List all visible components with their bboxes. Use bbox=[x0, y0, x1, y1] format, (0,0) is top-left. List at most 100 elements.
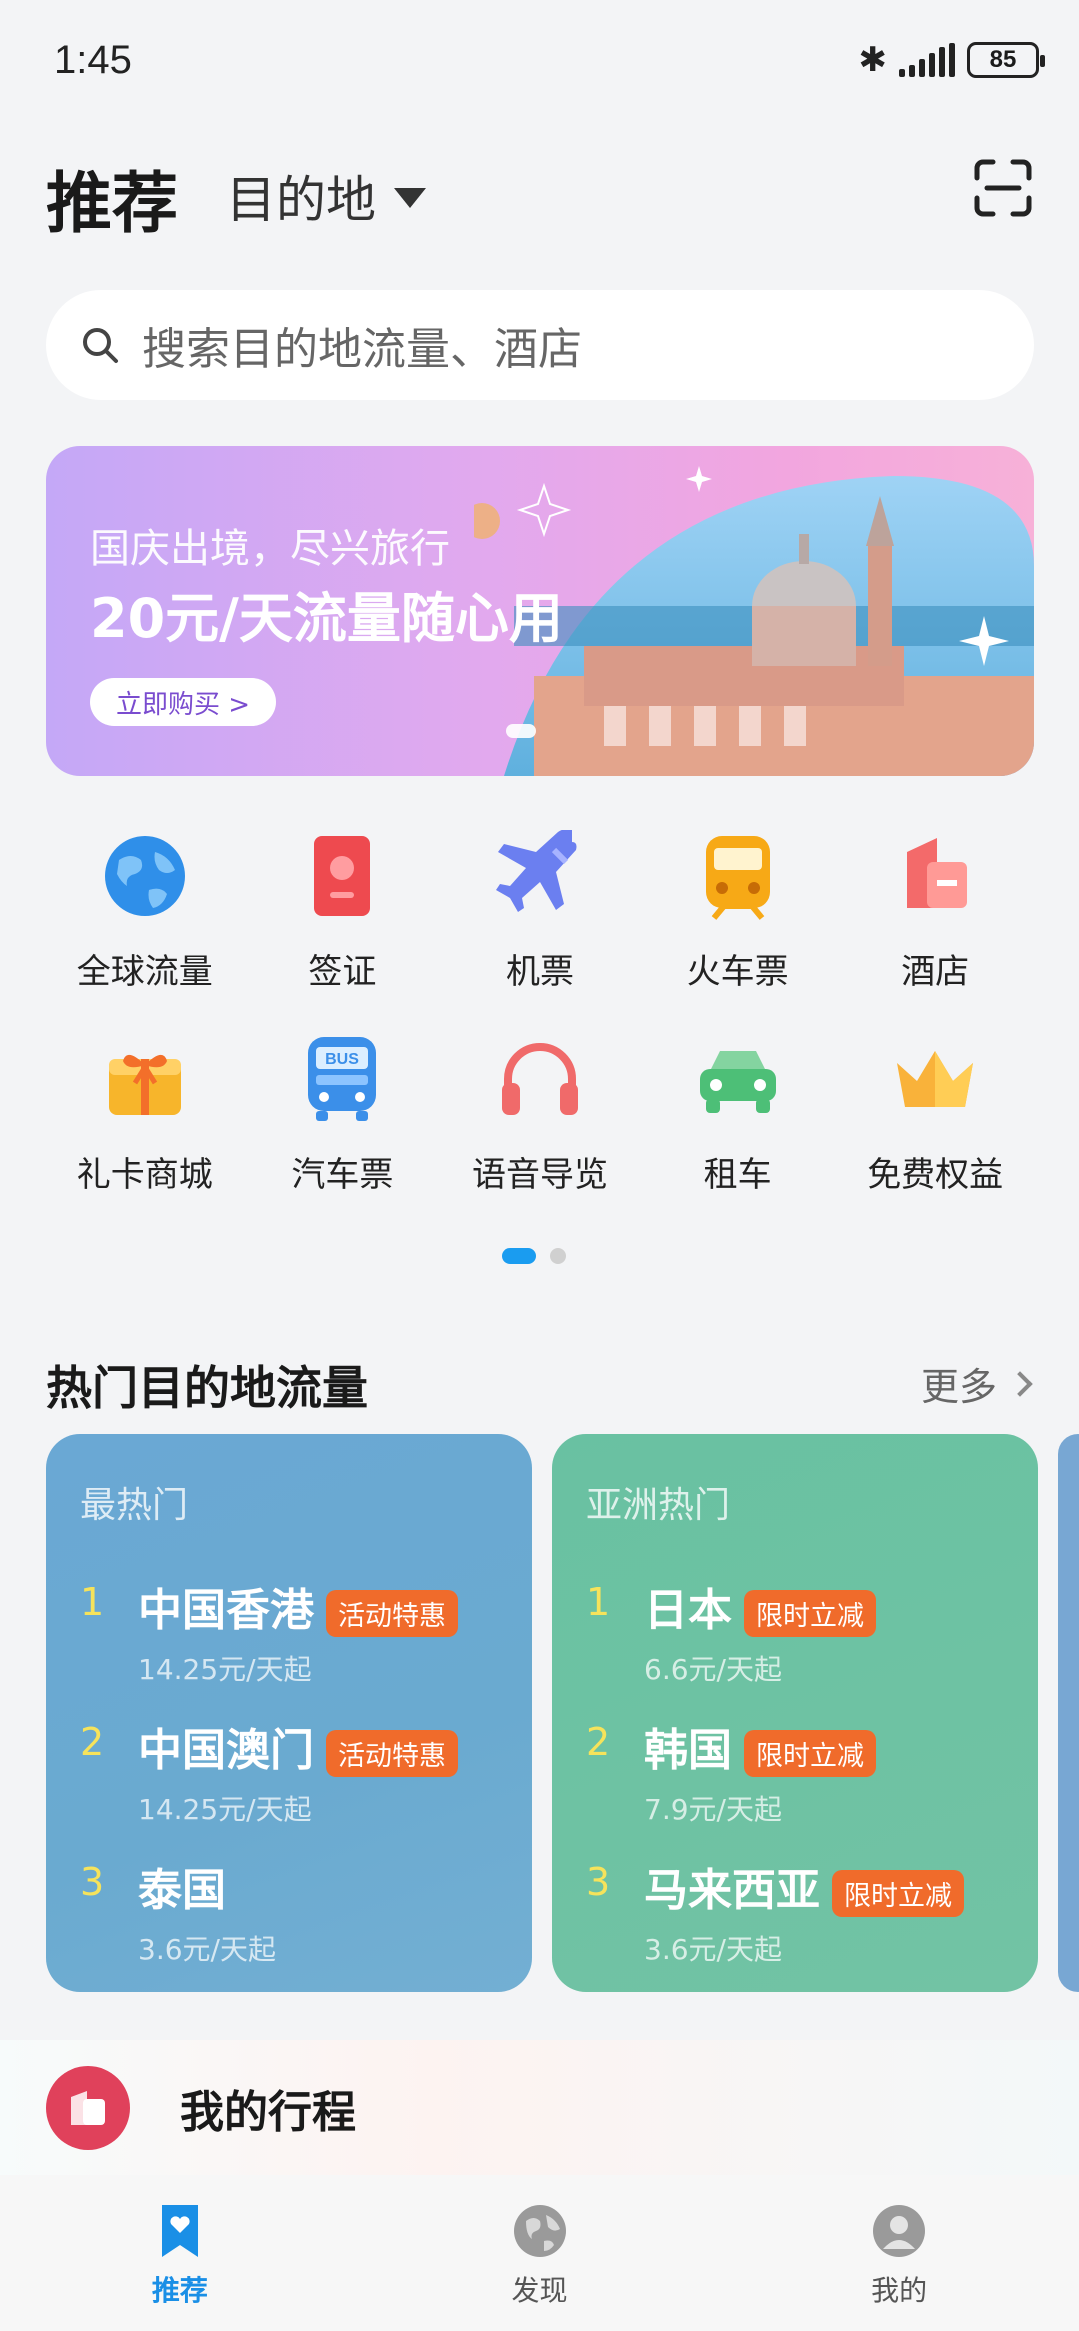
destination-price: 14.25元/天起 bbox=[138, 1653, 312, 1686]
card-header: 亚洲热门 bbox=[586, 1485, 731, 1526]
crown-icon bbox=[897, 1051, 974, 1107]
nav-label: 发现 bbox=[511, 2274, 568, 2307]
destination-selector[interactable]: 目的地 bbox=[226, 160, 426, 232]
destination-item[interactable]: 1 日本 限时立减 6.6元/天起 bbox=[586, 1574, 1004, 1688]
rank-number: 2 bbox=[80, 1720, 105, 1764]
visa-icon bbox=[314, 836, 371, 916]
banner-subtitle: 国庆出境，尽兴旅行 bbox=[90, 526, 450, 572]
nav-discover[interactable]: 发现 bbox=[360, 2175, 720, 2331]
page-dot-active bbox=[502, 1248, 536, 1264]
destination-name: 中国香港 bbox=[138, 1585, 314, 1636]
rank-number: 1 bbox=[586, 1580, 611, 1624]
service-label: 租车 bbox=[703, 1155, 772, 1195]
chevron-right-icon bbox=[1007, 1370, 1033, 1397]
train-icon bbox=[705, 836, 770, 920]
rank-number: 2 bbox=[586, 1720, 611, 1764]
rank-number: 1 bbox=[80, 1580, 105, 1624]
destination-card-asia[interactable]: 亚洲热门 1 日本 限时立减 6.6元/天起 2 韩国 限时立减 7.9元/天起 3… bbox=[552, 1434, 1038, 1992]
destination-card-hottest[interactable]: 最热门 1 中国香港 活动特惠 14.25元/天起 2 中国澳门 活动特惠 14.2… bbox=[46, 1434, 532, 1992]
destination-name: 泰国 bbox=[138, 1865, 226, 1916]
destination-item[interactable]: 2 中国澳门 活动特惠 14.25元/天起 bbox=[80, 1714, 498, 1828]
page-dot bbox=[550, 1248, 566, 1264]
service-car-rental[interactable]: 租车 bbox=[639, 1033, 837, 1196]
service-label: 签证 bbox=[308, 952, 377, 992]
headphones-icon bbox=[501, 1043, 578, 1115]
globe-icon bbox=[513, 2205, 566, 2257]
nav-recommend[interactable]: 推荐 bbox=[0, 2175, 360, 2331]
search-placeholder: 搜索目的地流量、酒店 bbox=[142, 324, 582, 375]
destination-name: 韩国 bbox=[644, 1725, 732, 1776]
nav-label: 推荐 bbox=[151, 2274, 208, 2307]
service-flights[interactable]: 机票 bbox=[441, 830, 639, 993]
rank-number: 3 bbox=[80, 1860, 105, 1904]
battery-icon: 85 bbox=[967, 42, 1045, 78]
status-icons: ✱ 85 bbox=[858, 40, 1045, 80]
destination-price: 3.6元/天起 bbox=[644, 1933, 782, 1966]
chevron-down-icon bbox=[394, 188, 426, 208]
destination-card-peek[interactable] bbox=[1058, 1434, 1079, 1992]
bus-badge: BUS bbox=[326, 1051, 360, 1068]
gift-icon bbox=[108, 1054, 181, 1115]
card-header: 最热门 bbox=[80, 1485, 189, 1526]
car-icon bbox=[699, 1051, 776, 1113]
banner-indicator bbox=[506, 724, 536, 738]
destination-label: 目的地 bbox=[226, 171, 376, 229]
destination-name: 中国澳门 bbox=[138, 1725, 314, 1776]
promo-tag: 限时立减 bbox=[744, 1589, 876, 1637]
service-visa[interactable]: 签证 bbox=[244, 830, 442, 993]
service-label: 火车票 bbox=[686, 952, 789, 992]
service-gift-card[interactable]: 礼卡商城 bbox=[46, 1033, 244, 1196]
promo-tag: 限时立减 bbox=[832, 1869, 964, 1917]
banner-headline: 20元/天流量随心用 bbox=[90, 587, 563, 650]
more-label: 更多 bbox=[920, 1365, 997, 1409]
destination-item[interactable]: 3 马来西亚 限时立减 3.6元/天起 bbox=[586, 1854, 1004, 1968]
status-time: 1:45 bbox=[54, 38, 132, 82]
destination-item[interactable]: 3 泰国 3.6元/天起 bbox=[80, 1854, 498, 1968]
rank-number: 3 bbox=[586, 1860, 611, 1904]
service-grid: 全球流量 签证 机票 火车票 酒店 礼卡商城 BUS 汽车票 语音导览 租车 免… bbox=[46, 830, 1034, 1196]
signal-icon bbox=[899, 43, 955, 77]
service-train[interactable]: 火车票 bbox=[639, 830, 837, 993]
airplane-icon bbox=[495, 830, 577, 912]
my-trip-bar[interactable]: 我的行程 bbox=[0, 2040, 1079, 2175]
service-audio-guide[interactable]: 语音导览 bbox=[441, 1033, 639, 1196]
destination-item[interactable]: 2 韩国 限时立减 7.9元/天起 bbox=[586, 1714, 1004, 1828]
service-label: 机票 bbox=[505, 952, 574, 992]
destination-name: 马来西亚 bbox=[644, 1865, 820, 1916]
nav-profile[interactable]: 我的 bbox=[719, 2175, 1079, 2331]
bottom-nav: 推荐 发现 我的 bbox=[0, 2175, 1079, 2331]
promo-tag: 活动特惠 bbox=[326, 1589, 458, 1637]
service-label: 语音导览 bbox=[471, 1155, 608, 1195]
more-link[interactable]: 更多 bbox=[920, 1356, 1033, 1411]
page-title: 推荐 bbox=[46, 165, 178, 242]
my-trip-label: 我的行程 bbox=[180, 2086, 356, 2138]
service-global-data[interactable]: 全球流量 bbox=[46, 830, 244, 993]
destination-price: 7.9元/天起 bbox=[644, 1793, 782, 1826]
globe-icon bbox=[104, 836, 185, 916]
service-bus[interactable]: BUS 汽车票 bbox=[244, 1033, 442, 1196]
promo-banner[interactable]: 国庆出境，尽兴旅行 20元/天流量随心用 立即购买 > bbox=[46, 446, 1034, 776]
destination-price: 6.6元/天起 bbox=[644, 1653, 782, 1686]
scan-icon[interactable] bbox=[973, 158, 1033, 218]
promo-tag: 限时立减 bbox=[744, 1729, 876, 1777]
section-title: 热门目的地流量 bbox=[46, 1361, 368, 1415]
destination-price: 14.25元/天起 bbox=[138, 1793, 312, 1826]
service-free-benefits[interactable]: 免费权益 bbox=[836, 1033, 1034, 1196]
grid-page-indicator bbox=[502, 1248, 566, 1264]
bookmark-heart-icon bbox=[161, 2205, 198, 2257]
service-hotel[interactable]: 酒店 bbox=[836, 830, 1034, 993]
service-label: 汽车票 bbox=[291, 1155, 394, 1195]
destination-name: 日本 bbox=[644, 1585, 732, 1636]
search-icon bbox=[83, 328, 118, 363]
buy-now-button[interactable]: 立即购买 > bbox=[90, 678, 277, 726]
destination-price: 3.6元/天起 bbox=[138, 1933, 276, 1966]
search-input[interactable]: 搜索目的地流量、酒店 bbox=[46, 290, 1034, 400]
bluetooth-icon: ✱ bbox=[858, 40, 888, 80]
destination-item[interactable]: 1 中国香港 活动特惠 14.25元/天起 bbox=[80, 1574, 498, 1688]
trip-icon bbox=[46, 2065, 130, 2150]
nav-label: 我的 bbox=[871, 2274, 928, 2307]
service-label: 酒店 bbox=[901, 952, 970, 992]
service-label: 全球流量 bbox=[76, 952, 213, 992]
bus-icon: BUS bbox=[308, 1037, 377, 1121]
service-label: 免费权益 bbox=[867, 1155, 1004, 1195]
